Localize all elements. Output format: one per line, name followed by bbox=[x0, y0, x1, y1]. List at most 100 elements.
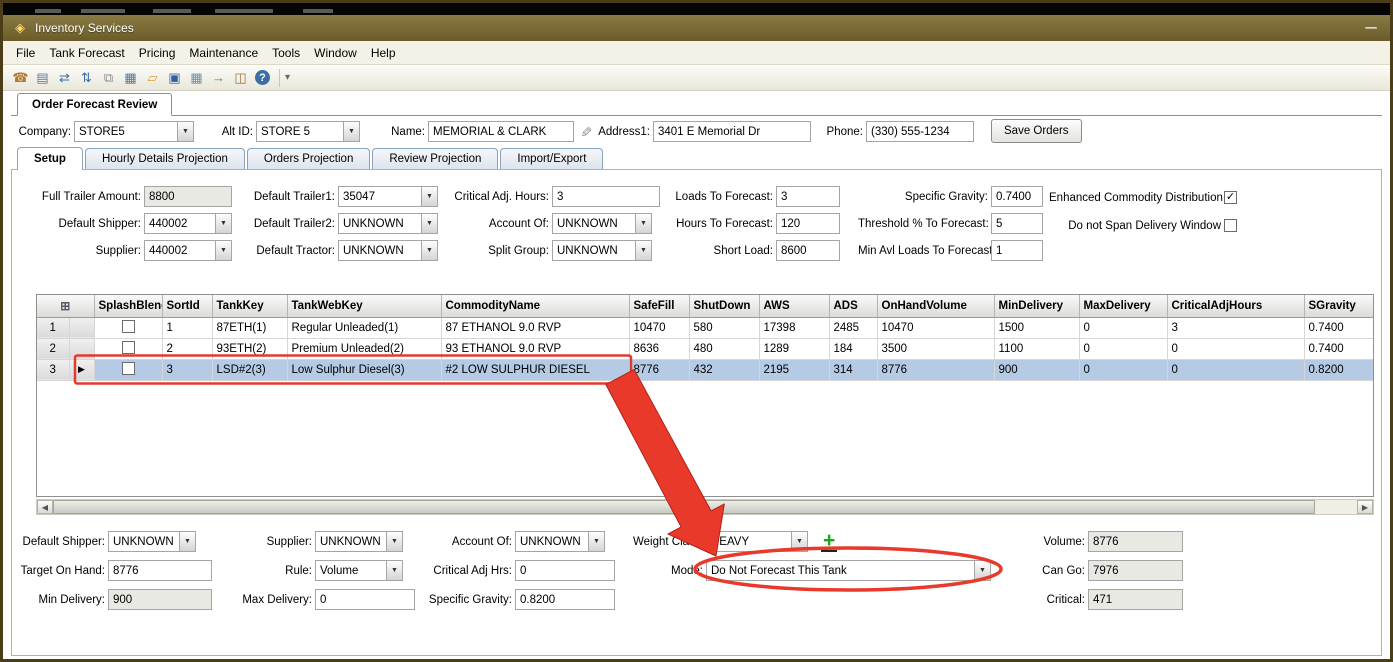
enhanced-commodity-distribution-checkbox[interactable]: ✓ bbox=[1224, 191, 1237, 204]
default-shipper-combo[interactable]: 440002▼ bbox=[144, 213, 232, 234]
chevron-down-icon[interactable]: ▼ bbox=[635, 241, 651, 260]
name-input[interactable] bbox=[428, 121, 574, 142]
tab-hourly-details-projection[interactable]: Hourly Details Projection bbox=[85, 148, 245, 169]
specific-gravity-input[interactable] bbox=[991, 186, 1043, 207]
help-icon[interactable]: ? bbox=[255, 70, 270, 85]
splashblend-checkbox[interactable] bbox=[122, 362, 135, 375]
min-avl-loads-input[interactable] bbox=[991, 240, 1043, 261]
cell-maxdelivery[interactable]: 0 bbox=[1079, 317, 1167, 338]
chevron-down-icon[interactable]: ▼ bbox=[635, 214, 651, 233]
horizontal-scrollbar[interactable]: ◀ ▶ bbox=[36, 499, 1374, 515]
table-row[interactable]: 1187ETH(1)Regular Unleaded(1)87 ETHANOL … bbox=[37, 317, 1374, 338]
table-row[interactable]: 2293ETH(2)Premium Unleaded(2)93 ETHANOL … bbox=[37, 338, 1374, 359]
critical-adj-hours-input[interactable] bbox=[552, 186, 660, 207]
target-on-hand-input[interactable] bbox=[108, 560, 212, 581]
cell-tankwebkey[interactable]: Regular Unleaded(1) bbox=[287, 317, 441, 338]
cell-maxdelivery[interactable]: 0 bbox=[1079, 338, 1167, 359]
grid-corner-icon[interactable]: ⊞ bbox=[37, 295, 94, 317]
split-group-combo[interactable]: UNKNOWN▼ bbox=[552, 240, 652, 261]
cell-onhandvolume[interactable]: 10470 bbox=[877, 317, 994, 338]
cell-sortid[interactable]: 1 bbox=[162, 317, 212, 338]
tab-order-forecast-review[interactable]: Order Forecast Review bbox=[17, 93, 172, 116]
chevron-down-icon[interactable]: ▼ bbox=[179, 532, 195, 551]
can-go-input[interactable] bbox=[1088, 560, 1183, 581]
cell-ads[interactable]: 314 bbox=[829, 359, 877, 380]
cell-commodityname[interactable]: #2 LOW SULPHUR DIESEL bbox=[441, 359, 629, 380]
cell-tankwebkey[interactable]: Low Sulphur Diesel(3) bbox=[287, 359, 441, 380]
tab-setup[interactable]: Setup bbox=[17, 147, 83, 170]
loads-to-forecast-input[interactable] bbox=[776, 186, 840, 207]
volume-input[interactable] bbox=[1088, 531, 1183, 552]
cell-sortid[interactable]: 3 bbox=[162, 359, 212, 380]
column-header-sgravity[interactable]: SGravity bbox=[1304, 295, 1374, 317]
column-header-splashblend[interactable]: SplashBlend bbox=[94, 295, 162, 317]
sync-icon[interactable]: ⇅ bbox=[77, 68, 96, 87]
menu-item-help[interactable]: Help bbox=[364, 43, 403, 63]
cell-ads[interactable]: 2485 bbox=[829, 317, 877, 338]
cell-commodityname[interactable]: 93 ETHANOL 9.0 RVP bbox=[441, 338, 629, 359]
weight-class-combo[interactable]: HEAVY▼ bbox=[706, 531, 808, 552]
chevron-down-icon[interactable]: ▼ bbox=[177, 122, 193, 141]
phone-input[interactable] bbox=[866, 121, 974, 142]
cell-tankkey[interactable]: LSD#2(3) bbox=[212, 359, 287, 380]
phone-icon[interactable]: ☎ bbox=[11, 68, 30, 87]
grid-icon[interactable]: ▦ bbox=[187, 68, 206, 87]
default-tractor-combo[interactable]: UNKNOWN▼ bbox=[338, 240, 438, 261]
cell-tankwebkey[interactable]: Premium Unleaded(2) bbox=[287, 338, 441, 359]
cell-shutdown[interactable]: 580 bbox=[689, 317, 759, 338]
save-icon[interactable]: ▣ bbox=[165, 68, 184, 87]
mode-combo[interactable]: Do Not Forecast This Tank▼ bbox=[706, 560, 991, 581]
exit-icon[interactable]: ◫ bbox=[231, 68, 250, 87]
cell-tankkey[interactable]: 93ETH(2) bbox=[212, 338, 287, 359]
cell-commodityname[interactable]: 87 ETHANOL 9.0 RVP bbox=[441, 317, 629, 338]
default-trailer2-combo[interactable]: UNKNOWN▼ bbox=[338, 213, 438, 234]
toolbar-overflow-icon[interactable]: ▾ bbox=[279, 69, 290, 87]
cell-aws[interactable]: 17398 bbox=[759, 317, 829, 338]
critical-input[interactable] bbox=[1088, 589, 1183, 610]
cell-safefill[interactable]: 8636 bbox=[629, 338, 689, 359]
chevron-down-icon[interactable]: ▼ bbox=[421, 241, 437, 260]
column-header-tankwebkey[interactable]: TankWebKey bbox=[287, 295, 441, 317]
column-header-tankkey[interactable]: TankKey bbox=[212, 295, 287, 317]
cell-criticaladjhours[interactable]: 0 bbox=[1167, 338, 1304, 359]
cell-mindelivery[interactable]: 1500 bbox=[994, 317, 1079, 338]
alt-id-combo[interactable]: STORE 5▼ bbox=[256, 121, 360, 142]
short-load-input[interactable] bbox=[776, 240, 840, 261]
row-number[interactable]: 2 bbox=[37, 338, 69, 359]
cell-safefill[interactable]: 8776 bbox=[629, 359, 689, 380]
do-not-span-delivery-window-checkbox[interactable] bbox=[1224, 219, 1237, 232]
minimize-button[interactable]: — bbox=[1360, 22, 1382, 34]
chevron-down-icon[interactable]: ▼ bbox=[386, 561, 402, 580]
menu-item-pricing[interactable]: Pricing bbox=[132, 43, 183, 63]
cell-aws[interactable]: 1289 bbox=[759, 338, 829, 359]
company-combo[interactable]: STORE5▼ bbox=[74, 121, 194, 142]
add-icon[interactable]: + bbox=[821, 532, 837, 552]
column-header-maxdelivery[interactable]: MaxDelivery bbox=[1079, 295, 1167, 317]
row-selector[interactable] bbox=[69, 317, 94, 338]
chevron-down-icon[interactable]: ▼ bbox=[421, 214, 437, 233]
tab-import-export[interactable]: Import/Export bbox=[500, 148, 603, 169]
supplier-combo[interactable]: UNKNOWN▼ bbox=[315, 531, 403, 552]
default-shipper-combo[interactable]: UNKNOWN▼ bbox=[108, 531, 196, 552]
copy-icon[interactable]: ⧉ bbox=[99, 68, 118, 87]
critical-adj-hrs-input[interactable] bbox=[515, 560, 615, 581]
menu-item-maintenance[interactable]: Maintenance bbox=[182, 43, 265, 63]
cell-criticaladjhours[interactable]: 0 bbox=[1167, 359, 1304, 380]
column-header-ads[interactable]: ADS bbox=[829, 295, 877, 317]
max-delivery-input[interactable] bbox=[315, 589, 415, 610]
table-icon[interactable]: ▦ bbox=[121, 68, 140, 87]
threshold-pct-input[interactable] bbox=[991, 213, 1043, 234]
hours-to-forecast-input[interactable] bbox=[776, 213, 840, 234]
account-of-combo[interactable]: UNKNOWN▼ bbox=[515, 531, 605, 552]
row-selector[interactable] bbox=[69, 338, 94, 359]
chevron-down-icon[interactable]: ▼ bbox=[215, 241, 231, 260]
column-header-commodityname[interactable]: CommodityName bbox=[441, 295, 629, 317]
chevron-down-icon[interactable]: ▼ bbox=[588, 532, 604, 551]
title-bar[interactable]: ◈ Inventory Services — bbox=[3, 15, 1390, 41]
chevron-down-icon[interactable]: ▼ bbox=[421, 187, 437, 206]
cell-tankkey[interactable]: 87ETH(1) bbox=[212, 317, 287, 338]
rule-combo[interactable]: Volume▼ bbox=[315, 560, 403, 581]
menu-item-tools[interactable]: Tools bbox=[265, 43, 307, 63]
column-header-criticaladjhours[interactable]: CriticalAdjHours bbox=[1167, 295, 1304, 317]
scrollbar-thumb[interactable] bbox=[53, 500, 1315, 514]
